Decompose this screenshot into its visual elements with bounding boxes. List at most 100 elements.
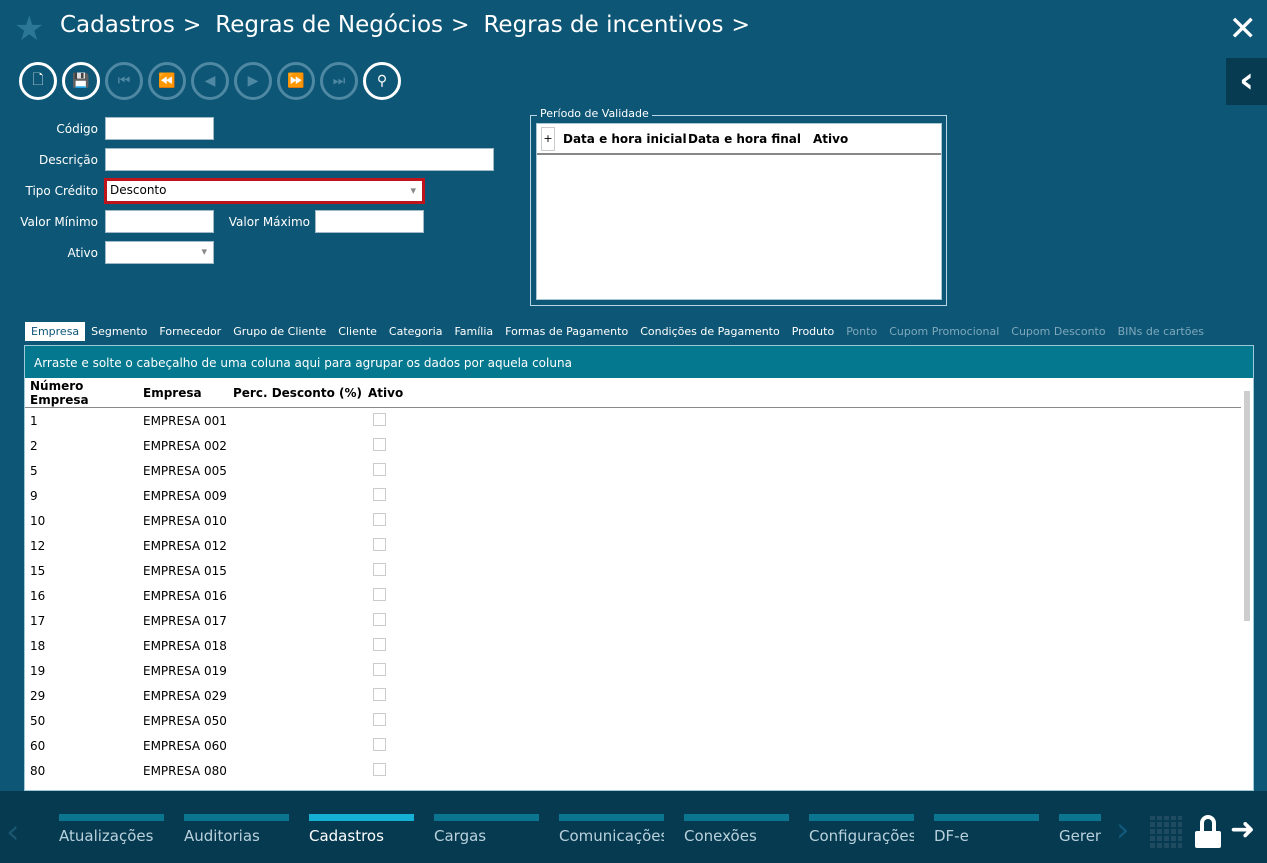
- ativo-checkbox[interactable]: [373, 762, 386, 776]
- table-row[interactable]: 29 EMPRESA 029: [25, 683, 1241, 708]
- table-row[interactable]: 2 EMPRESA 002: [25, 433, 1241, 458]
- ativo-checkbox[interactable]: [373, 562, 386, 576]
- nav-tile[interactable]: Comunicações: [559, 814, 664, 845]
- apps-grid-icon[interactable]: [1150, 816, 1182, 848]
- table-row[interactable]: 1 EMPRESA 001: [25, 408, 1241, 433]
- table-row[interactable]: 17 EMPRESA 017: [25, 608, 1241, 633]
- fast-forward-button[interactable]: ⏩: [277, 62, 315, 100]
- next-button[interactable]: ▶: [234, 62, 272, 100]
- ativo-checkbox[interactable]: [373, 537, 386, 551]
- logout-arrow-icon[interactable]: ➜: [1230, 812, 1255, 847]
- tab-condi-es-de-pagamento[interactable]: Condições de Pagamento: [634, 322, 786, 341]
- rewind-button[interactable]: ⏪: [148, 62, 186, 100]
- ativo-checkbox[interactable]: [373, 637, 386, 651]
- favorite-star-icon[interactable]: ★: [14, 12, 44, 46]
- table-row[interactable]: 15 EMPRESA 015: [25, 558, 1241, 583]
- new-document-button[interactable]: 🗋: [19, 62, 57, 100]
- nav-tile[interactable]: Conexões: [684, 814, 789, 845]
- nav-tile[interactable]: Cargas: [434, 814, 539, 845]
- tab-grupo-de-cliente[interactable]: Grupo de Cliente: [227, 322, 332, 341]
- breadcrumb-item[interactable]: Regras de Negócios: [215, 12, 443, 38]
- last-button[interactable]: ⏭: [320, 62, 358, 100]
- tab-cliente[interactable]: Cliente: [332, 322, 383, 341]
- search-button[interactable]: ⚲: [363, 62, 401, 100]
- tab-bins-de-cart-es[interactable]: BINs de cartões: [1112, 322, 1210, 341]
- table-row[interactable]: 60 EMPRESA 060: [25, 733, 1241, 758]
- tab-produto[interactable]: Produto: [786, 322, 840, 341]
- tipo-credito-select[interactable]: Desconto: [104, 178, 425, 204]
- ativo-checkbox[interactable]: [373, 412, 386, 426]
- breadcrumb-item[interactable]: Regras de incentivos: [483, 12, 723, 38]
- first-button[interactable]: ⏮: [105, 62, 143, 100]
- lock-icon[interactable]: [1195, 815, 1221, 848]
- table-row[interactable]: 5 EMPRESA 005: [25, 458, 1241, 483]
- valor-maximo-input[interactable]: [315, 210, 424, 233]
- valor-maximo-label: Valor Máximo: [228, 215, 310, 229]
- table-row[interactable]: 16 EMPRESA 016: [25, 583, 1241, 608]
- column-header[interactable]: Data e hora inicial: [563, 132, 688, 146]
- column-header[interactable]: Empresa: [143, 386, 233, 400]
- group-by-hint[interactable]: Arraste e solte o cabeçalho de uma colun…: [25, 346, 1253, 378]
- ativo-checkbox[interactable]: [373, 587, 386, 601]
- tab-empresa[interactable]: Empresa: [25, 321, 86, 341]
- ativo-checkbox[interactable]: [373, 612, 386, 626]
- nav-tile[interactable]: Cadastros: [309, 814, 414, 845]
- nav-tile-label: Comunicações: [559, 827, 664, 845]
- tab-categoria[interactable]: Categoria: [383, 322, 449, 341]
- ativo-checkbox[interactable]: [373, 512, 386, 526]
- tab-formas-de-pagamento[interactable]: Formas de Pagamento: [499, 322, 634, 341]
- previous-button[interactable]: ◀: [191, 62, 229, 100]
- ativo-checkbox[interactable]: [373, 737, 386, 751]
- collapse-panel-chevron-left-icon[interactable]: ‹: [1226, 58, 1267, 105]
- descricao-label: Descrição: [38, 153, 98, 167]
- column-header[interactable]: Número Empresa: [25, 379, 143, 407]
- table-row[interactable]: 80 EMPRESA 080: [25, 758, 1241, 783]
- add-row-button[interactable]: +: [541, 126, 555, 151]
- close-icon[interactable]: ✕: [1229, 12, 1258, 46]
- tab-segmento[interactable]: Segmento: [85, 322, 153, 341]
- ativo-checkbox[interactable]: [373, 687, 386, 701]
- table-row[interactable]: 12 EMPRESA 012: [25, 533, 1241, 558]
- ativo-checkbox[interactable]: [373, 487, 386, 501]
- nav-tile[interactable]: Auditorias: [184, 814, 289, 845]
- table-row[interactable]: 50 EMPRESA 050: [25, 708, 1241, 733]
- table-row[interactable]: 10 EMPRESA 010: [25, 508, 1241, 533]
- nav-tile[interactable]: Geren: [1059, 814, 1101, 845]
- ativo-checkbox[interactable]: [373, 662, 386, 676]
- table-row[interactable]: 9 EMPRESA 009: [25, 483, 1241, 508]
- valor-minimo-input[interactable]: [105, 210, 214, 233]
- ativo-select[interactable]: [105, 241, 214, 264]
- breadcrumb-item[interactable]: Cadastros: [60, 12, 175, 38]
- scrollbar-thumb[interactable]: [1244, 391, 1250, 621]
- column-header[interactable]: Ativo: [813, 132, 848, 146]
- nav-tile[interactable]: Atualizações: [59, 814, 164, 845]
- nav-tile[interactable]: DF-e: [934, 814, 1039, 845]
- nav-tile-label: Cadastros: [309, 827, 384, 845]
- column-header[interactable]: Data e hora final: [688, 132, 813, 146]
- tab-ponto[interactable]: Ponto: [840, 322, 883, 341]
- nav-right-chevron-icon[interactable]: ›: [1116, 810, 1130, 850]
- codigo-input[interactable]: [105, 117, 214, 140]
- table-row[interactable]: 18 EMPRESA 018: [25, 633, 1241, 658]
- empresa-cell: EMPRESA 017: [143, 613, 227, 628]
- ativo-checkbox[interactable]: [373, 462, 386, 476]
- table-row[interactable]: 19 EMPRESA 019: [25, 658, 1241, 683]
- nav-tile[interactable]: Configurações: [809, 814, 914, 845]
- numero-empresa-cell: 17: [30, 613, 46, 628]
- tab-bar: Empresa Segmento Fornecedor Grupo de Client…: [25, 321, 1210, 341]
- save-button[interactable]: 💾: [62, 62, 100, 100]
- column-header[interactable]: Ativo: [368, 386, 428, 400]
- descricao-input[interactable]: [105, 148, 494, 171]
- empresa-cell: EMPRESA 002: [143, 438, 227, 453]
- nav-left-chevron-icon[interactable]: ‹: [6, 812, 20, 852]
- tab-fam-lia[interactable]: Família: [448, 322, 499, 341]
- ativo-checkbox[interactable]: [373, 712, 386, 726]
- tab-fornecedor[interactable]: Fornecedor: [153, 322, 227, 341]
- column-header[interactable]: Perc. Desconto (%): [233, 386, 368, 400]
- numero-empresa-cell: 50: [30, 713, 46, 728]
- tab-cupom-desconto[interactable]: Cupom Desconto: [1005, 322, 1111, 341]
- vertical-scrollbar[interactable]: [1242, 381, 1252, 789]
- next-icon: ▶: [247, 73, 259, 89]
- ativo-checkbox[interactable]: [373, 437, 386, 451]
- tab-cupom-promocional[interactable]: Cupom Promocional: [883, 322, 1005, 341]
